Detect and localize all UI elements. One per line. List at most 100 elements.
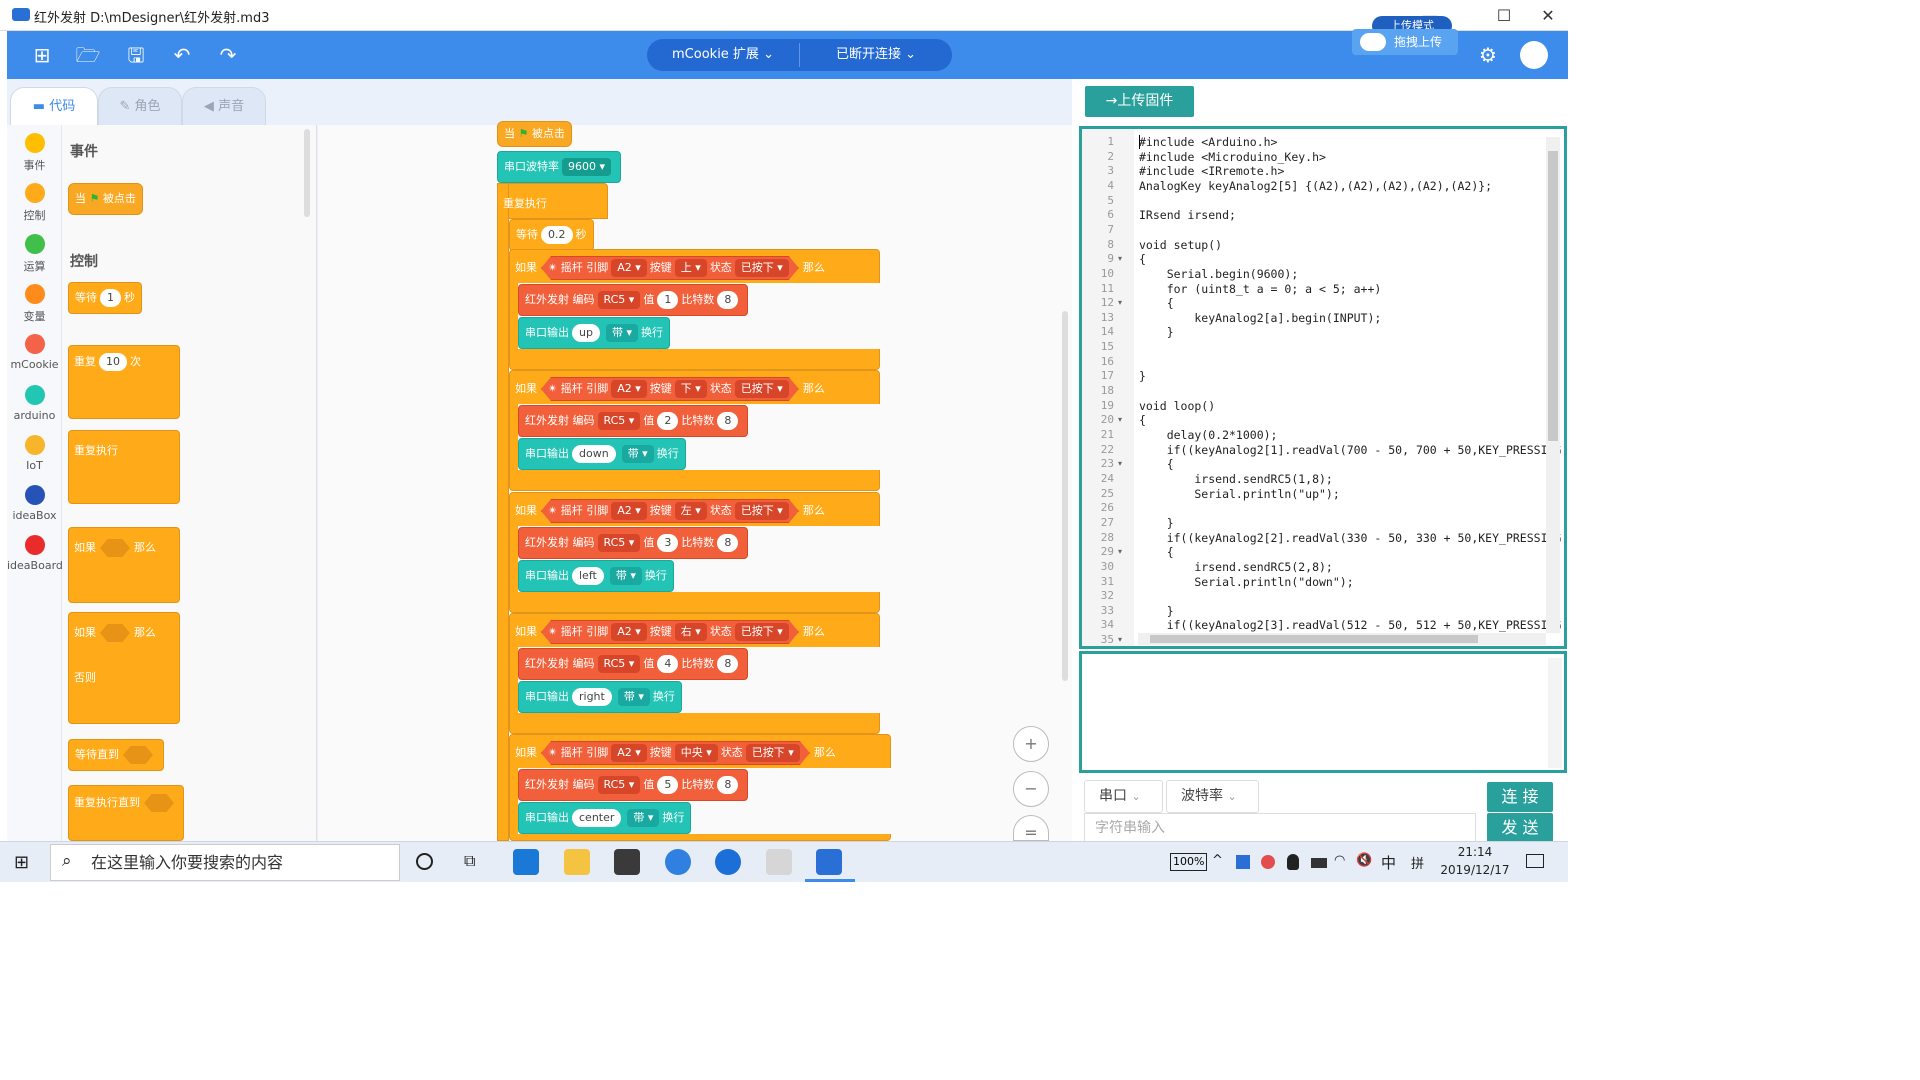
undo-icon[interactable]: ↶ [169, 43, 195, 67]
category-mcookie[interactable]: mCookie [7, 334, 62, 371]
pin-dropdown[interactable]: A2 ▾ [611, 380, 647, 398]
joystick-condition[interactable]: ✴ 摇杆 引脚 A2 ▾ 按键右 ▾ 状态 已按下 ▾ [541, 620, 799, 644]
tray-app-icon-2[interactable] [1261, 855, 1275, 869]
browser-icon[interactable] [715, 849, 741, 875]
code-scroll-thumb[interactable] [1548, 151, 1558, 441]
serial-print-block[interactable]: 串口输出 down 带 ▾ 换行 [518, 438, 686, 470]
open-folder-icon[interactable]: 🗁 [75, 43, 101, 67]
message-input[interactable]: left [572, 567, 604, 585]
joystick-condition[interactable]: ✴ 摇杆 引脚 A2 ▾ 按键 中央 ▾ 状态 已按下 ▾ [541, 741, 810, 765]
category-arduino[interactable]: arduino [7, 384, 62, 422]
code-dropdown[interactable]: RC5 ▾ [597, 655, 641, 673]
pin-dropdown[interactable]: A2 ▾ [611, 259, 647, 277]
message-input[interactable]: right [572, 688, 612, 706]
bits-input[interactable]: 8 [717, 291, 739, 309]
task-view-icon[interactable]: ⧉ [464, 851, 475, 871]
bits-input[interactable]: 8 [717, 412, 739, 430]
bits-input[interactable]: 8 [717, 776, 739, 794]
code-dropdown[interactable]: RC5 ▾ [597, 776, 641, 794]
edge-icon[interactable] [513, 849, 539, 875]
newline-dropdown[interactable]: 带 ▾ [609, 567, 642, 585]
string-input[interactable]: 字符串输入 [1084, 813, 1476, 843]
redo-icon[interactable]: ↷ [215, 43, 241, 67]
upload-firmware-button[interactable]: →上传固件 [1085, 86, 1194, 117]
windows-start-icon[interactable]: ⊞ [14, 852, 29, 873]
wait-block[interactable]: 等待 0.2 秒 [509, 219, 594, 251]
repeat-input[interactable]: 10 [99, 353, 127, 371]
newline-dropdown[interactable]: 带 ▾ [605, 324, 638, 342]
joystick-condition[interactable]: ✴ 摇杆 引脚 A2 ▾ 按键左 ▾ 状态 已按下 ▾ [541, 499, 799, 523]
state-dropdown[interactable]: 已按下 ▾ [735, 380, 789, 398]
qq-icon[interactable] [1287, 854, 1299, 870]
save-icon[interactable]: 🖫 [123, 43, 149, 67]
clock-app-icon[interactable] [665, 849, 691, 875]
drag-upload-button[interactable]: 拖拽上传 [1352, 29, 1458, 55]
maximize-button[interactable]: ☐ [1484, 4, 1524, 28]
key-dropdown[interactable]: 下 ▾ [675, 380, 707, 398]
workspace-scrollbar[interactable] [1062, 311, 1068, 681]
key-dropdown[interactable]: 右 ▾ [675, 623, 707, 641]
ir-send-block[interactable]: 红外发射 编码 RC5 ▾ 值 5 比特数 8 [518, 769, 749, 801]
mdesigner-icon[interactable] [816, 849, 842, 875]
ir-send-block[interactable]: 红外发射 编码 RC5 ▾ 值 3 比特数 8 [518, 527, 749, 559]
code-dropdown[interactable]: RC5 ▾ [597, 412, 641, 430]
chevron-up-icon[interactable]: ^ [1212, 853, 1223, 868]
avatar[interactable] [1520, 41, 1548, 69]
zoom-in-icon[interactable]: + [1013, 726, 1049, 762]
value-input[interactable]: 3 [657, 534, 679, 552]
keyboard-icon[interactable] [1311, 858, 1327, 868]
port-dropdown[interactable]: 串口 ⌄ [1084, 780, 1163, 813]
when-flag-clicked-hat[interactable]: 当 ⚑ 被点击 [497, 121, 572, 147]
connection-dropdown[interactable]: 已断开连接 ⌄ [800, 39, 952, 71]
key-dropdown[interactable]: 上 ▾ [675, 259, 707, 277]
wait-block[interactable]: 等待 1 秒 [68, 282, 142, 314]
cortana-icon[interactable] [416, 853, 433, 870]
state-dropdown[interactable]: 已按下 ▾ [735, 259, 789, 277]
pin-dropdown[interactable]: A2 ▾ [611, 623, 647, 641]
fold-arrow-icon[interactable]: ▾ [1118, 459, 1122, 468]
pin-dropdown[interactable]: A2 ▾ [611, 744, 647, 762]
newline-dropdown[interactable]: 带 ▾ [627, 809, 660, 827]
gear-icon[interactable]: ⚙ [1475, 43, 1501, 67]
category-变量[interactable]: 变量 [7, 283, 62, 324]
mail-icon[interactable] [614, 849, 640, 875]
code-dropdown[interactable]: RC5 ▾ [597, 291, 641, 309]
ir-send-block[interactable]: 红外发射 编码 RC5 ▾ 值 2 比特数 8 [518, 405, 749, 437]
when-flag-clicked-block[interactable]: 当 ⚑ 被点击 [68, 183, 143, 215]
value-input[interactable]: 5 [657, 776, 679, 794]
zoom-out-icon[interactable]: − [1013, 771, 1049, 807]
clock-time[interactable]: 21:14 [1440, 845, 1510, 859]
bits-input[interactable]: 8 [717, 655, 739, 673]
tab-sound[interactable]: ◀ 声音 [182, 87, 266, 125]
palette-scrollbar[interactable] [304, 129, 310, 217]
fold-arrow-icon[interactable]: ▾ [1118, 298, 1122, 307]
newline-dropdown[interactable]: 带 ▾ [617, 688, 650, 706]
bits-input[interactable]: 8 [717, 534, 739, 552]
paint-icon[interactable] [766, 849, 792, 875]
wait-until-block[interactable]: 等待直到 [68, 739, 164, 771]
code-dropdown[interactable]: RC5 ▾ [597, 534, 641, 552]
state-dropdown[interactable]: 已按下 ▾ [746, 744, 800, 762]
notification-icon[interactable] [1526, 854, 1544, 868]
value-input[interactable]: 4 [657, 655, 679, 673]
pin-dropdown[interactable]: A2 ▾ [611, 502, 647, 520]
close-button[interactable]: ✕ [1528, 4, 1568, 28]
category-事件[interactable]: 事件 [7, 133, 62, 173]
code-hscroll-thumb[interactable] [1150, 635, 1478, 643]
extension-dropdown[interactable]: mCookie 扩展 ⌄ [647, 39, 799, 71]
code-horizontal-scrollbar[interactable] [1138, 633, 1546, 645]
file-explorer-icon[interactable] [564, 849, 590, 875]
serial-print-block[interactable]: 串口输出 right 带 ▾ 换行 [518, 681, 682, 713]
message-input[interactable]: down [572, 445, 616, 463]
volume-muted-icon[interactable]: 🔇 [1356, 853, 1372, 868]
state-dropdown[interactable]: 已按下 ▾ [735, 502, 789, 520]
baud-rate-dropdown[interactable]: 波特率 ⌄ [1166, 780, 1259, 813]
message-input[interactable]: up [572, 324, 600, 342]
serial-monitor[interactable] [1079, 651, 1567, 773]
category-控制[interactable]: 控制 [7, 183, 62, 223]
send-button[interactable]: 发 送 [1487, 813, 1553, 843]
ime-mode[interactable]: 中 [1381, 852, 1396, 873]
value-input[interactable]: 2 [657, 412, 679, 430]
joystick-condition[interactable]: ✴ 摇杆 引脚 A2 ▾ 按键上 ▾ 状态 已按下 ▾ [541, 256, 799, 280]
ir-send-block[interactable]: 红外发射 编码 RC5 ▾ 值 4 比特数 8 [518, 648, 749, 680]
